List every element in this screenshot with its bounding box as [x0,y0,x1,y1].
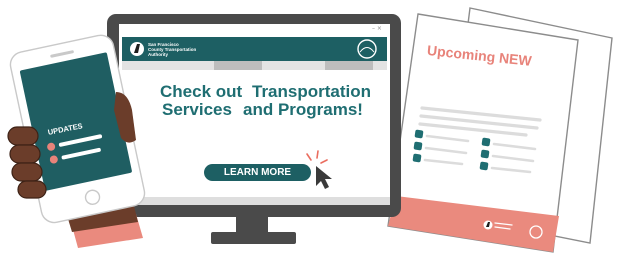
checkbox-icon [413,141,423,151]
learn-more-button[interactable]: LEARN MORE [204,164,311,181]
site-nav-tab [325,61,373,70]
window-controls[interactable]: – × [372,26,382,32]
illustration-artwork [7,7,613,253]
checkbox-icon [414,129,424,139]
checkbox-icon [479,161,489,171]
checkbox-icon [412,153,422,163]
site-nav-tab [214,61,262,70]
headline-left-2: Services [162,100,232,119]
monitor-chin [119,197,390,205]
headline-left-1: Check out [160,82,243,101]
headline-right-1: Transportation [252,82,372,101]
checkbox-icon [480,149,490,159]
document-stack [387,7,613,253]
monitor-base [211,232,296,244]
checkbox-icon [481,137,491,147]
illustration: San Francisco County Transportation Auth… [0,0,620,253]
headline-right-2: and Programs! [243,100,363,119]
org-name-line: Authority [148,52,168,57]
